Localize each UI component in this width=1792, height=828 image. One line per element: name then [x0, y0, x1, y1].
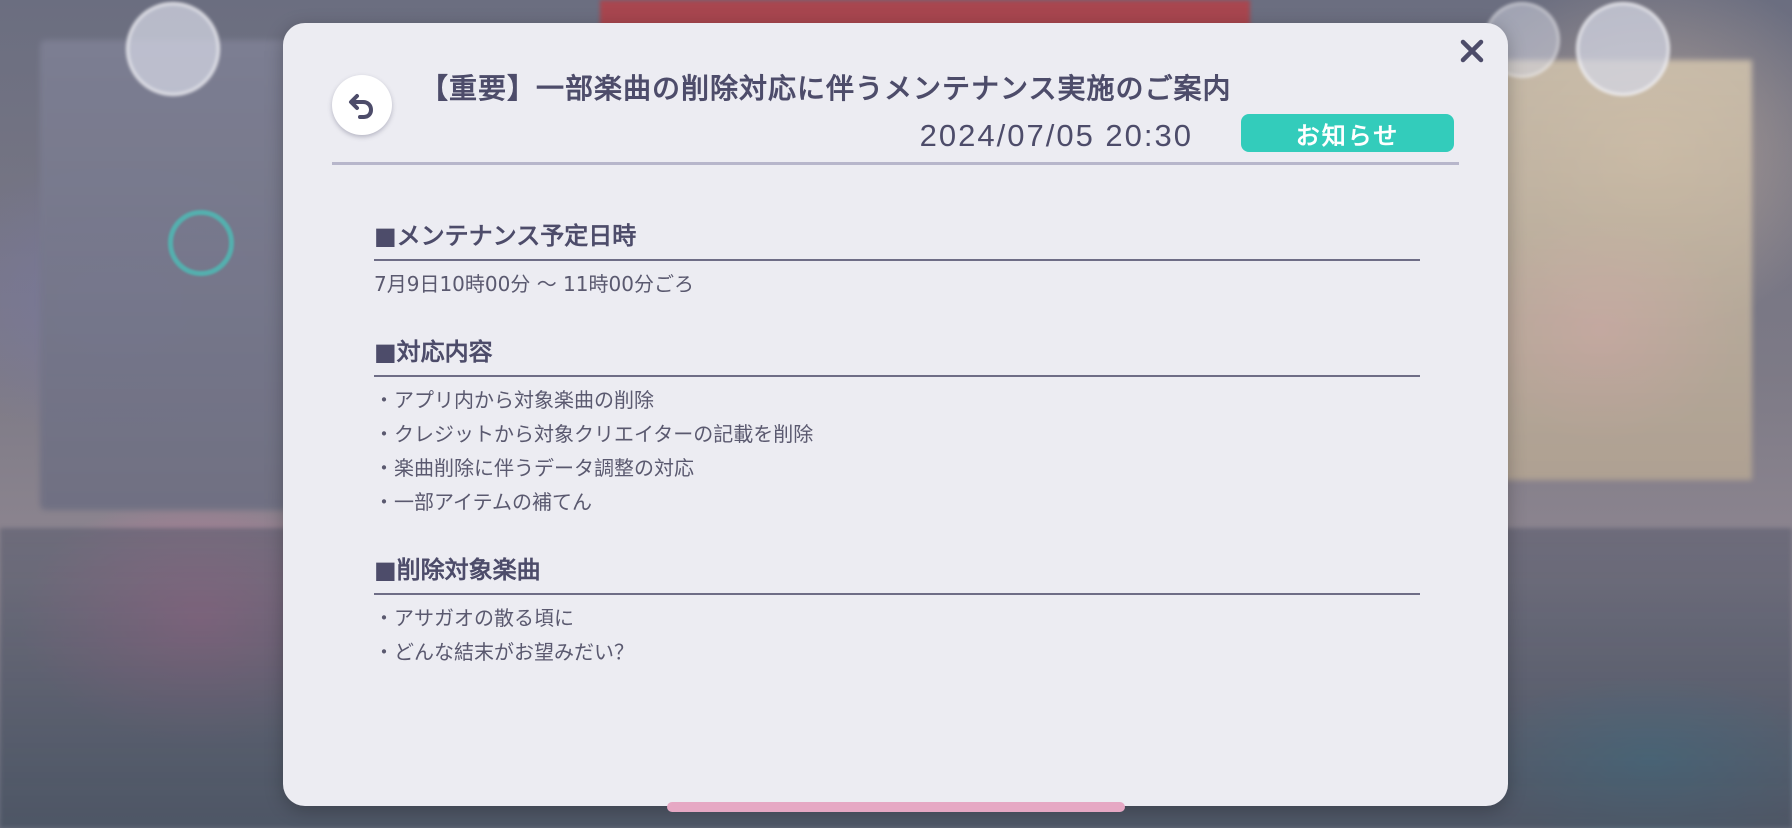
- section-heading: ■削除対象楽曲: [374, 553, 1420, 595]
- action-list: ・アプリ内から対象楽曲の削除 ・クレジットから対象クリエイターの記載を削除 ・楽…: [374, 383, 1420, 519]
- song-list: ・アサガオの散る頃に ・どんな結末がお望みだい？: [374, 601, 1420, 669]
- close-button[interactable]: [1454, 33, 1490, 69]
- maintenance-time: 7月9日10時00分 〜 11時00分ごろ: [374, 272, 694, 296]
- section-actions: ■対応内容 ・アプリ内から対象楽曲の削除 ・クレジットから対象クリエイターの記載…: [374, 335, 1420, 519]
- header-divider: [332, 162, 1459, 165]
- section-heading: ■対応内容: [374, 335, 1420, 377]
- list-item: ・アプリ内から対象楽曲の削除: [374, 388, 654, 412]
- list-item: ・どんな結末がお望みだい？: [374, 640, 634, 664]
- dialog-title: 【重要】一部楽曲の削除対応に伴うメンテナンス実施のご案内: [420, 72, 1232, 105]
- background-menu-icon: [126, 2, 220, 96]
- back-arrow-icon: [349, 94, 374, 119]
- close-icon: [1460, 39, 1484, 63]
- section-maintenance-schedule: ■メンテナンス予定日時 7月9日10時00分 〜 11時00分ごろ: [374, 219, 1420, 301]
- list-item: ・楽曲削除に伴うデータ調整の対応: [374, 456, 694, 480]
- news-body: ■メンテナンス予定日時 7月9日10時00分 〜 11時00分ごろ ■対応内容 …: [374, 219, 1420, 776]
- background-map-marker: [168, 210, 234, 276]
- section-heading: ■メンテナンス予定日時: [374, 219, 1420, 261]
- list-item: ・クレジットから対象クリエイターの記載を削除: [374, 422, 814, 446]
- news-dialog: 【重要】一部楽曲の削除対応に伴うメンテナンス実施のご案内 2024/07/05 …: [283, 23, 1508, 812]
- scrollbar[interactable]: [667, 802, 1125, 812]
- list-item: ・アサガオの散る頃に: [374, 606, 574, 630]
- list-item: ・一部アイテムの補てん: [374, 490, 592, 514]
- back-button[interactable]: [332, 75, 392, 135]
- background-list-icon: [1576, 2, 1670, 96]
- post-date: 2024/07/05 20:30: [919, 118, 1193, 153]
- category-badge: お知らせ: [1241, 114, 1454, 152]
- section-deleted-songs: ■削除対象楽曲 ・アサガオの散る頃に ・どんな結末がお望みだい？: [374, 553, 1420, 669]
